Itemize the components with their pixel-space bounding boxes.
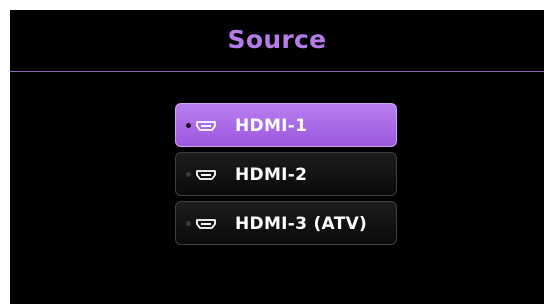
source-item-hdmi-2[interactable]: HDMI-2 bbox=[175, 152, 397, 196]
selection-dot-icon bbox=[186, 123, 191, 128]
hdmi-port-icon bbox=[196, 170, 216, 180]
source-item-label: HDMI-2 bbox=[235, 165, 308, 185]
header-divider bbox=[10, 71, 544, 72]
menu-header: Source bbox=[10, 10, 544, 72]
source-menu-panel: Source HDMI-1 HDMI-2 HDMI-3 (ATV) bbox=[10, 10, 544, 304]
selection-dot-icon bbox=[186, 221, 191, 226]
source-item-hdmi-1[interactable]: HDMI-1 bbox=[175, 103, 397, 147]
source-item-hdmi-3-atv[interactable]: HDMI-3 (ATV) bbox=[175, 201, 397, 245]
hdmi-port-icon bbox=[196, 121, 216, 131]
hdmi-port-icon bbox=[196, 219, 216, 229]
source-list: HDMI-1 HDMI-2 HDMI-3 (ATV) bbox=[175, 103, 397, 250]
selection-dot-icon bbox=[186, 172, 191, 177]
menu-title: Source bbox=[227, 25, 327, 54]
source-item-label: HDMI-3 (ATV) bbox=[235, 214, 368, 234]
source-item-label: HDMI-1 bbox=[235, 116, 308, 136]
